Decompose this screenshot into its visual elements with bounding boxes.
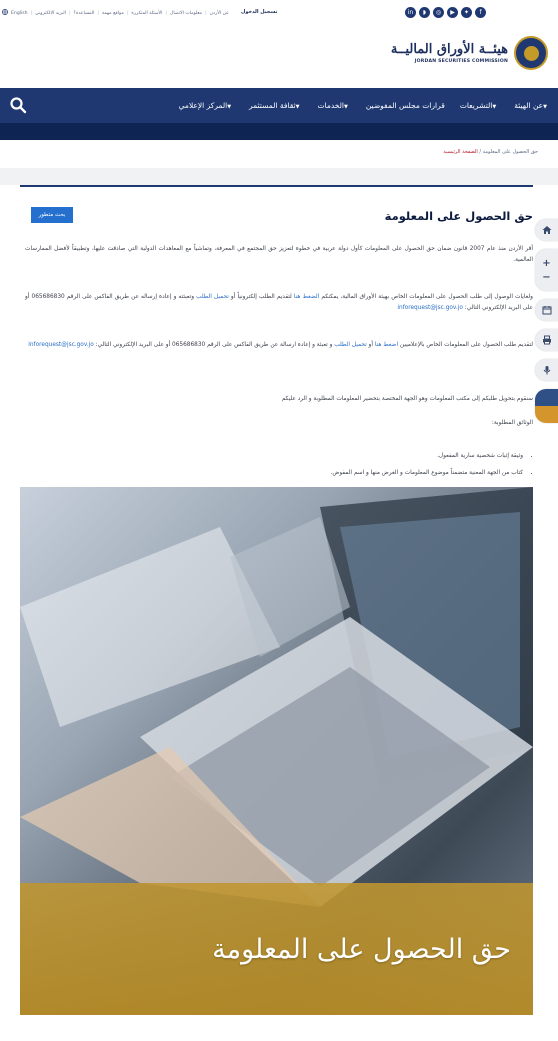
- search-icon: [10, 97, 27, 114]
- download-form-link[interactable]: تحميل الطلب: [196, 294, 229, 300]
- globe-icon: [2, 9, 8, 17]
- chevron-down-icon: ▼: [295, 104, 300, 110]
- page-title: حق الحصول على المعلومة: [384, 209, 533, 223]
- top-link-help[interactable]: المساعدة؟: [74, 11, 95, 16]
- paragraph-request: ولغايات الوصول إلى طلب الحصول على المعلو…: [25, 292, 533, 314]
- text: أو: [366, 342, 375, 348]
- paragraph-forwarding: سنقوم بتحويل طلبكم إلى مكتب المعلومات وه…: [281, 396, 533, 402]
- print-icon[interactable]: [535, 329, 558, 351]
- separator: |: [68, 10, 71, 16]
- home-icon[interactable]: [535, 219, 558, 241]
- click-here-link[interactable]: اضغط هنا: [375, 342, 398, 348]
- nav-underbar: [0, 123, 558, 140]
- instagram-icon[interactable]: ◎: [433, 7, 444, 18]
- breadcrumb-home[interactable]: الصفحة الرئيسية: [443, 149, 478, 155]
- nav-item-services[interactable]: الخدمات▼: [317, 101, 350, 110]
- calendar-icon[interactable]: [535, 299, 558, 321]
- linkedin-icon[interactable]: in: [405, 7, 416, 18]
- twitter-icon[interactable]: ✦: [461, 7, 472, 18]
- rss-icon[interactable]: ◗: [419, 7, 430, 18]
- nav-item-legislation[interactable]: التشريعات▼: [460, 101, 499, 110]
- microphone-icon[interactable]: [535, 359, 558, 381]
- banner-caption: حق الحصول على المعلومة: [212, 934, 511, 965]
- text: لتقديم الطلب إلكترونياً أو: [228, 294, 294, 300]
- nav-item-investor-culture[interactable]: ثقافة المستثمر▼: [249, 101, 302, 110]
- documents-list: وثيقة إثبات شخصية سارية المفعول. كتاب من…: [331, 448, 534, 482]
- login-link[interactable]: تسجيل الدخول: [241, 9, 277, 15]
- main-navbar: عن الهيئة▼ التشريعات▼ قرارات مجلس المفوض…: [0, 88, 558, 123]
- logo-english: JORDAN SECURITIES COMMISSION: [414, 59, 508, 64]
- breadcrumb: حق الحصول على المعلومة / الصفحة الرئيسية: [443, 149, 538, 155]
- email-link[interactable]: inforequest@jsc.gov.jo: [28, 342, 94, 348]
- logo-text: هيئــة الأوراق الماليــة JORDAN SECURITI…: [391, 42, 508, 64]
- nav-items: عن الهيئة▼ التشريعات▼ قرارات مجلس المفوض…: [179, 88, 550, 123]
- top-link-about-jordan[interactable]: عن الأردن: [210, 11, 229, 16]
- top-link-important-sites[interactable]: مواقع مهمة: [102, 11, 124, 16]
- chevron-down-icon: ▼: [543, 104, 547, 110]
- top-links: English | البريد الالكتروني | المساعدة؟ …: [2, 9, 229, 17]
- documents-heading: الوثائق المطلوبة:: [491, 420, 533, 426]
- social-links: in ◗ ◎ ▶ ✦ f: [405, 7, 486, 18]
- advanced-search-button[interactable]: بحث متطور: [31, 207, 73, 223]
- list-item: وثيقة إثبات شخصية سارية المفعول.: [331, 448, 523, 465]
- separator: |: [126, 10, 129, 16]
- contrast-icon[interactable]: [535, 389, 558, 423]
- chevron-down-icon: ▼: [343, 104, 348, 110]
- zoom-controls: + −: [535, 249, 558, 291]
- top-link-contact[interactable]: معلومات الاتصال: [170, 11, 202, 16]
- youtube-icon[interactable]: ▶: [447, 7, 458, 18]
- top-bar: English | البريد الالكتروني | المساعدة؟ …: [0, 0, 558, 30]
- top-link-english[interactable]: English: [11, 11, 28, 16]
- separator: |: [30, 10, 33, 16]
- text: و تعبئة و إعادة ارسالة عن طريق الفاكس عل…: [93, 342, 335, 348]
- breadcrumb-separator: /: [479, 149, 482, 155]
- logo-arabic: هيئــة الأوراق الماليــة: [390, 42, 508, 57]
- zoom-in-icon[interactable]: +: [542, 258, 550, 269]
- search-button[interactable]: [9, 96, 27, 114]
- click-here-link[interactable]: الضغط هنا: [294, 294, 319, 300]
- email-link[interactable]: inforequest@jsc.gov.jo: [397, 305, 463, 311]
- nav-item-media-center[interactable]: المركز الإعلامي▼: [179, 101, 234, 110]
- paragraph-media-request: لتقديم طلب الحصول على المعلومات الخاص با…: [25, 340, 533, 351]
- separator: |: [205, 10, 207, 16]
- separator: |: [165, 10, 167, 16]
- list-item: كتاب من الجهة المعنية متضمناً موضوع المع…: [331, 465, 524, 482]
- text: ولغايات الوصول إلى طلب الحصول على المعلو…: [319, 294, 533, 300]
- content-top-strip: [0, 168, 558, 185]
- nav-item-about[interactable]: عن الهيئة▼: [514, 101, 550, 110]
- top-link-faq[interactable]: الأسئلة المتكررة: [131, 11, 162, 16]
- facebook-icon[interactable]: f: [475, 7, 486, 18]
- chevron-down-icon: ▼: [492, 104, 497, 110]
- paragraph-intro: أقر الأردن منذ عام 2007 قانون ضمان حق ال…: [25, 246, 534, 263]
- accessibility-sidebar: + −: [535, 219, 558, 431]
- top-link-email[interactable]: البريد الالكتروني: [35, 11, 66, 16]
- content-divider: [20, 185, 533, 187]
- nav-item-board-decisions[interactable]: قرارات مجلس المفوضين: [366, 101, 445, 110]
- zoom-out-icon[interactable]: −: [542, 272, 550, 283]
- page-bottom: [0, 1015, 558, 1041]
- site-logo[interactable]: هيئــة الأوراق الماليــة JORDAN SECURITI…: [391, 36, 548, 70]
- breadcrumb-current: حق الحصول على المعلومة: [482, 149, 538, 155]
- download-form-link[interactable]: تحميل الطلب: [334, 342, 366, 348]
- separator: |: [97, 10, 99, 16]
- chevron-down-icon: ▼: [227, 104, 232, 110]
- banner-image: حق الحصول على المعلومة: [20, 487, 533, 1015]
- logo-emblem-icon: [514, 36, 548, 70]
- text: لتقديم طلب الحصول على المعلومات الخاص با…: [398, 342, 533, 348]
